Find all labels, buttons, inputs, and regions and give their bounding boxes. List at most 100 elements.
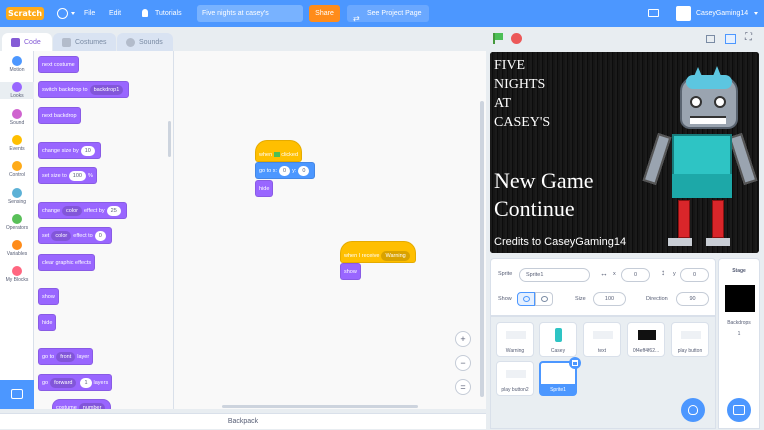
x-label: x [613,271,616,277]
project-title-input[interactable]: Five nights at casey's [197,5,303,22]
scratch-logo[interactable]: Scratch [6,7,44,20]
sprite-tile[interactable]: play button2 [496,361,534,396]
category-looks[interactable]: Looks [0,82,34,99]
costume-dropdown[interactable]: number [78,402,106,409]
sound-dot-icon [12,109,22,119]
stop-button[interactable] [511,33,522,44]
costumes-icon [62,38,71,47]
change-size-input[interactable]: 10 [80,145,95,156]
y-position-input[interactable]: 0 [680,268,709,282]
y-arrows-icon: ↕ [661,268,665,277]
layers-input[interactable]: 1 [80,377,92,388]
set-size-input[interactable]: 100 [68,170,86,181]
show-hidden-button[interactable] [535,292,553,306]
category-events[interactable]: Events [0,135,34,152]
block-go-to-layer[interactable]: go to front layer [38,348,94,365]
show-visible-button[interactable] [517,292,535,306]
script-workspace[interactable]: when clicked go to x: 0 y: 0 hide when I re… [174,51,486,409]
zoom-reset-button[interactable]: = [455,379,471,395]
tab-code-label: Code [24,39,41,46]
add-extension-button[interactable] [0,380,34,409]
category-sound[interactable]: Sound [0,109,34,126]
block-go-to-xy[interactable]: go to x: 0 y: 0 [255,162,316,179]
zoom-out-button[interactable]: − [455,355,471,371]
category-motion[interactable]: Motion [0,56,34,73]
block-costume-number[interactable]: costume number [52,399,112,409]
continue-button[interactable]: Continue [494,196,575,222]
category-variables[interactable]: Variables [0,240,34,257]
block-next-backdrop[interactable]: next backdrop [38,107,81,124]
backdrop-dropdown[interactable]: backdrop1 [89,84,124,95]
percent-label: % [87,173,93,179]
sprite-tile[interactable]: Casey [539,322,577,357]
direction-dropdown[interactable]: forward [50,377,77,388]
message-dropdown[interactable]: Warning [381,250,410,261]
workspace-horizontal-scrollbar[interactable] [222,405,418,408]
delete-sprite-button[interactable] [569,357,581,369]
edit-menu[interactable]: Edit [109,0,121,27]
block-hide[interactable]: hide [255,180,274,197]
zoom-in-button[interactable]: + [455,331,471,347]
small-stage-icon[interactable] [706,35,715,43]
block-change-size[interactable]: change size by 10 [38,142,101,159]
category-control[interactable]: Control [0,161,34,178]
block-show[interactable]: show [38,288,59,305]
block-next-costume[interactable]: next costume [38,56,79,73]
block-show[interactable]: show [340,263,361,280]
size-input[interactable]: 100 [593,292,626,306]
avatar[interactable] [676,6,691,21]
show-label: Show [498,296,512,302]
username-label[interactable]: CaseyGaming14 [696,0,748,27]
tab-code[interactable]: Code [2,33,52,52]
effect-by-input[interactable]: 25 [106,205,121,216]
tutorials-menu[interactable]: Tutorials [155,0,182,27]
share-button[interactable]: Share [309,5,340,22]
block-set-size[interactable]: set size to 100% [38,167,97,184]
block-switch-backdrop[interactable]: switch backdrop to backdrop1 [38,81,130,98]
green-flag-button[interactable] [492,32,504,44]
new-game-button[interactable]: New Game [494,168,594,194]
sprite-tile[interactable]: play button [671,322,709,357]
choose-backdrop-button[interactable] [727,398,751,422]
block-change-effect[interactable]: change color effect by 25 [38,202,127,219]
palette-scrollbar[interactable] [168,121,171,157]
block-when-i-receive[interactable]: when I receive Warning [340,241,416,263]
block-when-flag-clicked[interactable]: when clicked [255,140,303,162]
backpack[interactable]: Backpack [0,413,486,429]
category-label: Events [9,146,25,152]
sprite-name-input[interactable]: Sprite1 [519,268,590,282]
tab-sounds[interactable]: Sounds [117,33,173,52]
my-stuff-folder-icon[interactable] [648,9,659,17]
arm-left [642,133,672,185]
tab-costumes[interactable]: Costumes [53,33,116,52]
category-sensing[interactable]: Sensing [0,188,34,205]
effect-dropdown[interactable]: color [51,230,72,241]
layer-dropdown[interactable]: front [56,351,76,362]
see-project-page-button[interactable]: ⇄ See Project Page [347,5,429,23]
sprite-tile[interactable]: text [583,322,621,357]
sprite-tile[interactable]: Warning [496,322,534,357]
effect-to-input[interactable]: 0 [94,230,106,241]
choose-sprite-button[interactable] [681,398,705,422]
block-clear-effects[interactable]: clear graphic effects [38,254,96,271]
backdrop-thumbnail [725,285,755,312]
category-operators[interactable]: Operators [0,214,34,231]
block-go-forward[interactable]: go forward 1 layers [38,374,113,391]
large-stage-icon[interactable] [725,34,736,44]
x-position-input[interactable]: 0 [621,268,650,282]
workspace-vertical-scrollbar[interactable] [480,101,484,397]
sprite-tile[interactable]: 0f4eff4f62... [627,322,665,357]
stage-canvas[interactable]: FIVE NIGHTS AT CASEY'S New Game Continue… [490,52,759,253]
globe-icon[interactable] [57,8,68,19]
teeth [690,116,726,124]
direction-input[interactable]: 90 [676,292,709,306]
fullscreen-icon[interactable]: ⛶ [745,33,752,43]
category-my-blocks[interactable]: My Blocks [0,266,34,283]
effect-dropdown[interactable]: color [62,205,82,216]
x-input[interactable]: 0 [279,165,291,176]
block-hide[interactable]: hide [38,314,57,331]
y-input[interactable]: 0 [298,165,310,176]
block-set-effect[interactable]: set color effect to 0 [38,227,112,244]
file-menu[interactable]: File [84,0,95,27]
x-arrows-icon: ↔ [600,269,608,278]
